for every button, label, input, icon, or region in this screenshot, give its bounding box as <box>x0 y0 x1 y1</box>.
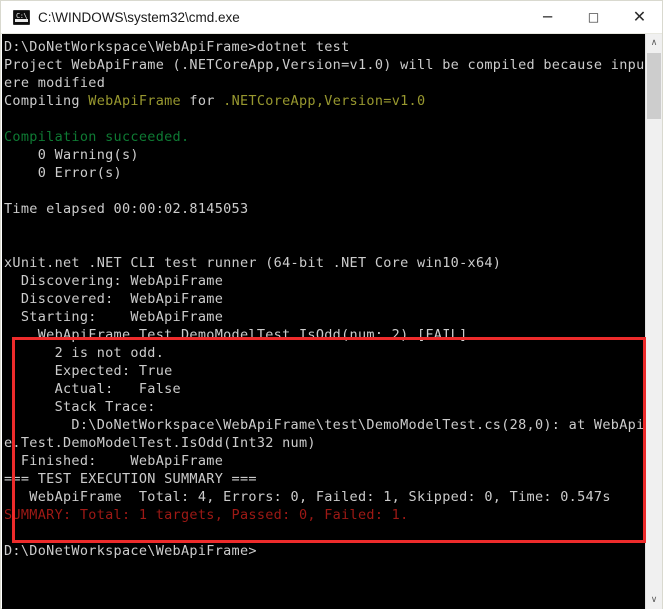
console-text-segment: .NETCoreApp,Version=v1.0 <box>223 93 426 109</box>
console-text-segment: for <box>181 93 224 109</box>
console-text-segment: WebApiFrame.Test.DemoModelTest.IsOdd(num… <box>4 327 468 343</box>
console-text-segment: 0 Error(s) <box>4 165 122 181</box>
console-text-segment: ere modified <box>4 75 106 91</box>
vertical-scrollbar[interactable]: ∧ ∨ <box>645 34 662 609</box>
console-line: Expected: True <box>4 362 648 380</box>
console-line: Compiling WebApiFrame for .NETCoreApp,Ve… <box>4 92 648 110</box>
console-text-segment: Project WebApiFrame (.NETCoreApp,Version… <box>4 57 662 73</box>
console-output-area[interactable]: D:\DoNetWorkspace\WebApiFrame>dotnet tes… <box>2 34 662 609</box>
console-text-segment: Compiling <box>4 93 89 109</box>
close-icon: ✕ <box>632 7 647 26</box>
console-line: e.Test.DemoModelTest.IsOdd(Int32 num) <box>4 434 648 452</box>
console-text-segment: Stack Trace: <box>4 399 156 415</box>
console-line <box>4 218 648 236</box>
console-line <box>4 524 648 542</box>
console-text-segment: Starting: WebApiFrame <box>4 309 224 325</box>
console-line: xUnit.net .NET CLI test runner (64-bit .… <box>4 254 648 272</box>
cmd-window: C:\ C:\WINDOWS\system32\cmd.exe ─ □ ✕ D:… <box>0 0 663 609</box>
console-line: Finished: WebApiFrame <box>4 452 648 470</box>
console-text-segment <box>4 237 12 253</box>
console-line: Project WebApiFrame (.NETCoreApp,Version… <box>4 56 661 74</box>
cmd-icon-bar <box>15 19 28 22</box>
scrollbar-thumb[interactable] <box>647 53 661 119</box>
console-text-segment: SUMMARY: Total: 1 targets, Passed: 0, Fa… <box>4 507 409 523</box>
console-text-segment: xUnit.net .NET CLI test runner (64-bit .… <box>4 255 502 271</box>
console-line: WebApiFrame.Test.DemoModelTest.IsOdd(num… <box>4 326 648 344</box>
console-text: D:\DoNetWorkspace\WebApiFrame>dotnet tes… <box>2 34 662 609</box>
console-line: === TEST EXECUTION SUMMARY === <box>4 470 648 488</box>
close-button[interactable]: ✕ <box>617 1 662 33</box>
console-text-segment: === TEST EXECUTION SUMMARY === <box>4 471 257 487</box>
console-line: Time elapsed 00:00:02.8145053 <box>4 200 648 218</box>
console-text-segment <box>4 219 12 235</box>
console-text-segment: Actual: False <box>4 381 181 397</box>
console-line: WebApiFrame Total: 4, Errors: 0, Failed:… <box>4 488 648 506</box>
console-line <box>4 182 648 200</box>
console-line <box>4 236 648 254</box>
scroll-down-arrow-icon[interactable]: ∨ <box>646 591 662 609</box>
console-line <box>4 110 648 128</box>
console-text-segment <box>4 525 12 541</box>
window-title: C:\WINDOWS\system32\cmd.exe <box>38 10 240 25</box>
console-text-segment <box>4 111 12 127</box>
console-text-segment: Finished: WebApiFrame <box>4 453 224 469</box>
console-line: ere modified <box>4 74 648 92</box>
console-text-segment: WebApiFrame <box>88 93 181 109</box>
console-text-segment: 0 Warning(s) <box>4 147 139 163</box>
minimize-icon: ─ <box>542 8 553 26</box>
console-text-segment: Time elapsed 00:00:02.8145053 <box>4 201 249 217</box>
scroll-up-arrow-icon[interactable]: ∧ <box>646 34 662 52</box>
maximize-button[interactable]: □ <box>571 1 616 33</box>
console-line: Starting: WebApiFrame <box>4 308 648 326</box>
console-text-segment: Discovered: WebApiFrame <box>4 291 224 307</box>
console-text-segment: D:\DoNetWorkspace\WebApiFrame>dotnet tes… <box>4 39 350 55</box>
console-text-segment: e.Test.DemoModelTest.IsOdd(Int32 num) <box>4 435 316 451</box>
maximize-icon: □ <box>587 10 600 24</box>
console-line: D:\DoNetWorkspace\WebApiFrame\test\DemoM… <box>4 416 662 434</box>
cmd-exe-icon: C:\ <box>13 10 30 25</box>
console-line: Actual: False <box>4 380 648 398</box>
console-text-segment <box>4 183 12 199</box>
console-line: Discovered: WebApiFrame <box>4 290 648 308</box>
console-line: 0 Warning(s) <box>4 146 648 164</box>
console-text-segment: D:\DoNetWorkspace\WebApiFrame\test\DemoM… <box>4 417 662 433</box>
console-text-segment: 2 is not odd. <box>4 345 165 361</box>
console-line: D:\DoNetWorkspace\WebApiFrame>dotnet tes… <box>4 38 648 56</box>
console-text-segment: Expected: True <box>4 363 173 379</box>
console-text-segment: D:\DoNetWorkspace\WebApiFrame> <box>4 543 257 559</box>
title-bar[interactable]: C:\ C:\WINDOWS\system32\cmd.exe ─ □ ✕ <box>1 1 662 34</box>
console-line: Stack Trace: <box>4 398 648 416</box>
console-line: SUMMARY: Total: 1 targets, Passed: 0, Fa… <box>4 506 648 524</box>
console-line: Compilation succeeded. <box>4 128 648 146</box>
console-text-segment: WebApiFrame Total: 4, Errors: 0, Failed:… <box>4 489 611 505</box>
console-text-segment: Discovering: WebApiFrame <box>4 273 224 289</box>
console-line: 2 is not odd. <box>4 344 648 362</box>
console-text-segment: Compilation succeeded. <box>4 129 190 145</box>
console-line: Discovering: WebApiFrame <box>4 272 648 290</box>
minimize-button[interactable]: ─ <box>525 1 570 33</box>
console-line: D:\DoNetWorkspace\WebApiFrame> <box>4 542 648 560</box>
console-line: 0 Error(s) <box>4 164 648 182</box>
